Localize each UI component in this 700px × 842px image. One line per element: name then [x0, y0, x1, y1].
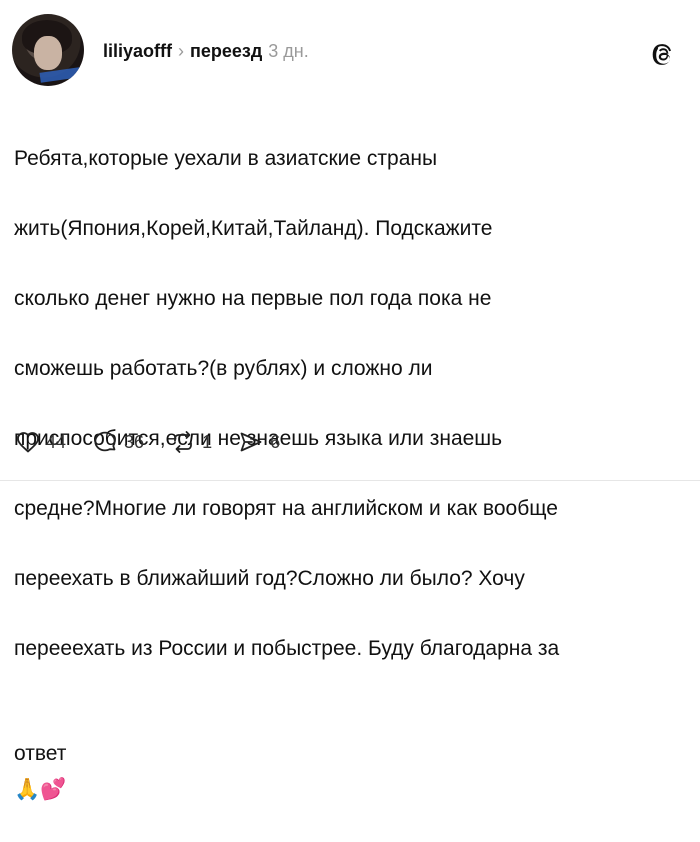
chevron-right-icon: › — [178, 41, 185, 61]
share-button[interactable]: 6 — [238, 430, 280, 454]
threads-logo-icon[interactable] — [650, 42, 676, 68]
action-bar: 44 36 1 6 — [16, 430, 306, 454]
timestamp: 3 дн. — [268, 41, 309, 61]
like-count: 44 — [46, 432, 67, 452]
post-header: liliyaofff › переезд 3 дн. — [103, 40, 309, 62]
post-line: жить(Япония,Корей,Китай,Тайланд). Подска… — [14, 217, 493, 240]
comment-bubble-icon — [94, 431, 116, 452]
repost-icon — [174, 431, 192, 453]
post-body: Ребята,которые уехали в азиатские страны… — [14, 106, 686, 842]
send-icon — [240, 432, 262, 452]
comment-button[interactable]: 36 — [92, 430, 144, 454]
two-hearts-emoji: 💕 — [40, 777, 67, 801]
praying-hands-emoji: 🙏 — [14, 777, 41, 801]
share-count: 6 — [270, 432, 281, 452]
repost-button[interactable]: 1 — [170, 430, 212, 454]
post-line: средне?Многие ли говорят на английском и… — [14, 497, 558, 520]
repost-count: 1 — [202, 432, 213, 452]
post-line: ответ — [14, 742, 67, 765]
post-line: сколько денег нужно на первые пол года п… — [14, 287, 492, 310]
like-button[interactable]: 44 — [16, 431, 66, 453]
divider — [0, 480, 700, 481]
post-last-line: ответ 🙏💕 — [14, 701, 686, 807]
username[interactable]: liliyaofff — [103, 40, 172, 62]
heart-icon — [17, 432, 39, 453]
post-line: перееехать из России и побыстрее. Буду б… — [14, 637, 560, 660]
topic-tag[interactable]: переезд — [190, 40, 262, 62]
thread-post: liliyaofff › переезд 3 дн. Ребята,которы… — [0, 0, 700, 801]
comment-count: 36 — [124, 432, 145, 452]
post-line: сможешь работать?(в рублях) и сложно ли — [14, 357, 433, 380]
post-line: Ребята,которые уехали в азиатские страны — [14, 147, 438, 170]
avatar[interactable] — [12, 14, 84, 86]
post-line: переехать в ближайший год?Сложно ли было… — [14, 567, 525, 590]
